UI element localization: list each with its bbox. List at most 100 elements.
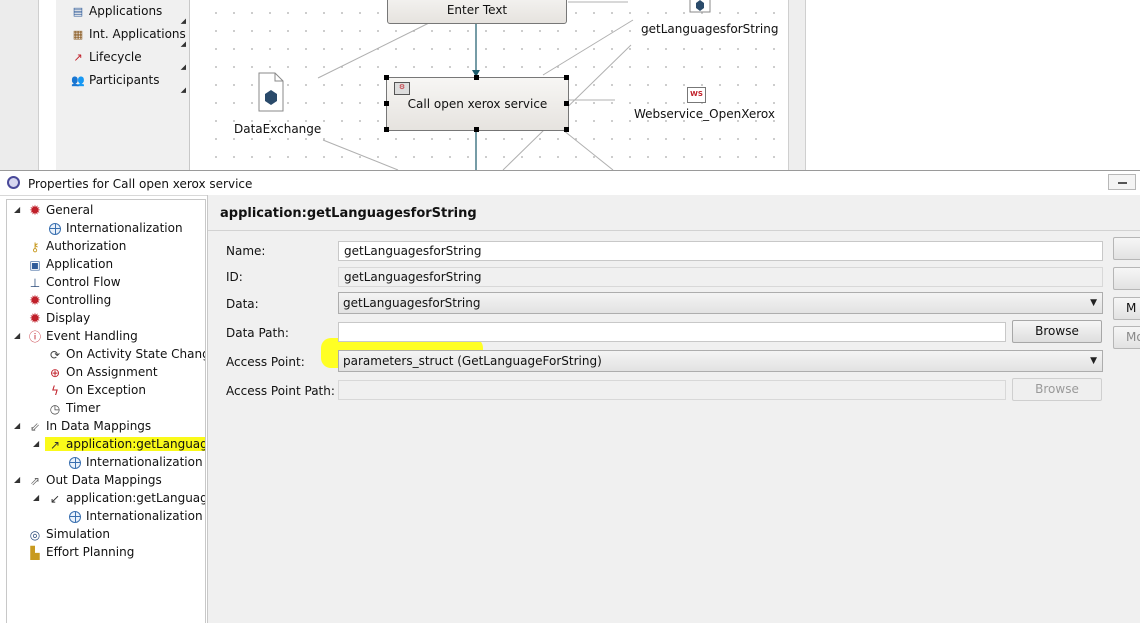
application-icon: ▣ <box>29 257 41 272</box>
selection-handle[interactable] <box>384 75 389 80</box>
page-title: application:getLanguagesforString <box>220 206 477 221</box>
tree-item-on-exception[interactable]: ϟ On Exception <box>47 381 146 399</box>
tree-item-timer[interactable]: ◷ Timer <box>47 399 101 417</box>
tree-item-out-data-mappings[interactable]: ⇗ Out Data Mappings <box>27 471 162 489</box>
tree-item-in-mapping-selected[interactable]: ↗ application:getLanguages <box>45 435 205 453</box>
globe-icon <box>69 510 81 523</box>
in-mapping-icon: ⇙ <box>29 419 41 434</box>
tree-item-application[interactable]: ▣ Application <box>27 255 113 273</box>
palette-item-int-applications[interactable]: ▦ Int. Applications <box>71 25 186 43</box>
data-flow-line <box>562 129 614 170</box>
properties-icon <box>7 176 20 189</box>
activity-call-open-xerox-service[interactable]: ⚙ Call open xerox service <box>386 77 569 131</box>
tree-item-on-activity-state-change[interactable]: ⟳ On Activity State Change <box>47 345 205 363</box>
tree-item-internationalization[interactable]: Internationalization <box>47 219 183 237</box>
tree-item-internationalization[interactable]: Internationalization <box>67 453 203 471</box>
title-divider <box>208 230 1140 231</box>
palette-expand-arrow[interactable]: ◢ <box>181 86 186 94</box>
name-field[interactable]: getLanguagesforString <box>338 241 1103 261</box>
chevron-down-icon: ▼ <box>1090 356 1097 366</box>
event-icon: ⓘ <box>28 329 41 344</box>
data-select[interactable]: getLanguagesforString ▼ <box>338 292 1103 314</box>
activity-enter-text[interactable]: Enter Text <box>387 0 567 24</box>
data-path-field[interactable] <box>338 322 1006 342</box>
access-point-label: Access Point: <box>226 355 305 369</box>
properties-tree[interactable]: ◢ ✹ General Internationalization ⚷ Authori… <box>6 199 206 623</box>
tree-item-general[interactable]: ✹ General <box>27 201 93 219</box>
webservice-icon[interactable]: WS <box>687 87 706 103</box>
data-exchange-label: DataExchange <box>234 122 322 136</box>
side-button[interactable] <box>1113 267 1140 290</box>
collapse-arrow[interactable]: ◢ <box>14 417 24 435</box>
collapse-arrow[interactable]: ◢ <box>14 201 24 219</box>
collapse-arrow[interactable]: ◢ <box>33 489 43 507</box>
lifecycle-icon: ↗ <box>73 51 83 64</box>
tree-item-effort-planning[interactable]: ▙ Effort Planning <box>27 543 134 561</box>
selection-handle[interactable] <box>564 127 569 132</box>
get-languages-app-label: getLanguagesforString <box>641 22 779 36</box>
data-flow-line <box>542 19 634 76</box>
name-label: Name: <box>226 244 266 258</box>
participants-icon: 👥 <box>71 74 85 87</box>
selection-highlight: ↗ application:getLanguages <box>45 437 205 452</box>
diagram-palette: ▤ Applications ▦ Int. Applications ◢ ↗ Life… <box>56 0 190 170</box>
editor-left-gutter <box>0 0 39 170</box>
browse-button[interactable]: Browse <box>1012 320 1102 343</box>
tree-item-display[interactable]: ✹ Display <box>27 309 90 327</box>
palette-expand-arrow[interactable]: ◢ <box>181 63 186 71</box>
selection-handle[interactable] <box>384 127 389 132</box>
collapse-arrow[interactable]: ◢ <box>33 435 43 453</box>
side-button[interactable]: Mo <box>1113 326 1140 349</box>
process-editor: ▤ Applications ▦ Int. Applications ◢ ↗ Life… <box>0 0 1140 170</box>
tree-item-on-assignment[interactable]: ⊕ On Assignment <box>47 363 158 381</box>
exception-icon: ϟ <box>51 383 59 398</box>
timer-icon: ◷ <box>49 401 61 416</box>
tree-item-internationalization[interactable]: Internationalization <box>67 507 203 525</box>
diagram-canvas[interactable]: Enter Text ⚙ Call open xerox service Dat… <box>203 0 788 170</box>
tree-item-out-mapping[interactable]: ↙ application:getLanguages <box>47 489 205 507</box>
selection-handle[interactable] <box>564 101 569 106</box>
properties-page: application:getLanguagesforString Name: … <box>207 195 1140 623</box>
globe-icon <box>69 456 81 469</box>
effort-icon: ▙ <box>30 545 40 560</box>
tree-item-simulation[interactable]: ◎ Simulation <box>27 525 110 543</box>
palette-item-lifecycle[interactable]: ↗ Lifecycle <box>71 48 141 66</box>
data-flow-line <box>322 139 399 170</box>
selection-handle[interactable] <box>474 75 479 80</box>
activity-state-icon: ⟳ <box>49 347 61 362</box>
application-activity-icon: ⚙ <box>394 82 410 95</box>
data-label: Data: <box>226 297 259 311</box>
tree-item-controlling[interactable]: ✹ Controlling <box>27 291 111 309</box>
selection-handle[interactable] <box>384 101 389 106</box>
applications-icon: ▤ <box>72 5 84 18</box>
out-mapping-icon: ⇗ <box>29 473 41 488</box>
int-applications-icon: ▦ <box>72 28 84 41</box>
data-flow-line <box>317 19 436 79</box>
id-field: getLanguagesforString <box>338 267 1103 287</box>
chevron-down-icon: ▼ <box>1090 298 1097 308</box>
side-button[interactable]: M <box>1113 297 1140 320</box>
tree-item-authorization[interactable]: ⚷ Authorization <box>27 237 127 255</box>
tree-item-in-data-mappings[interactable]: ⇙ In Data Mappings <box>27 417 151 435</box>
minimize-button[interactable] <box>1108 174 1136 190</box>
webservice-openxerox-label: Webservice_OpenXerox <box>634 107 776 121</box>
side-button[interactable] <box>1113 237 1140 260</box>
editor-vertical-scrollbar[interactable] <box>788 0 806 170</box>
application-icon[interactable] <box>689 0 711 13</box>
access-point-select[interactable]: parameters_struct (GetLanguageForString)… <box>338 350 1103 372</box>
properties-dialog: Properties for Call open xerox service ◢… <box>0 170 1140 623</box>
collapse-arrow[interactable]: ◢ <box>14 327 24 345</box>
data-document-icon[interactable] <box>258 72 284 112</box>
selection-handle[interactable] <box>564 75 569 80</box>
gear-icon: ✹ <box>29 310 41 327</box>
access-point-path-label: Access Point Path: <box>226 384 335 398</box>
palette-item-participants[interactable]: 👥 Participants <box>71 71 159 89</box>
collapse-arrow[interactable]: ◢ <box>14 471 24 489</box>
mapping-icon: ↙ <box>49 491 61 506</box>
palette-item-applications[interactable]: ▤ Applications <box>71 2 163 20</box>
palette-expand-arrow[interactable]: ◢ <box>181 17 186 25</box>
palette-expand-arrow[interactable]: ◢ <box>181 40 186 48</box>
selection-handle[interactable] <box>474 127 479 132</box>
tree-item-control-flow[interactable]: ⊥ Control Flow <box>27 273 121 291</box>
tree-item-event-handling[interactable]: ⓘ Event Handling <box>27 327 138 345</box>
